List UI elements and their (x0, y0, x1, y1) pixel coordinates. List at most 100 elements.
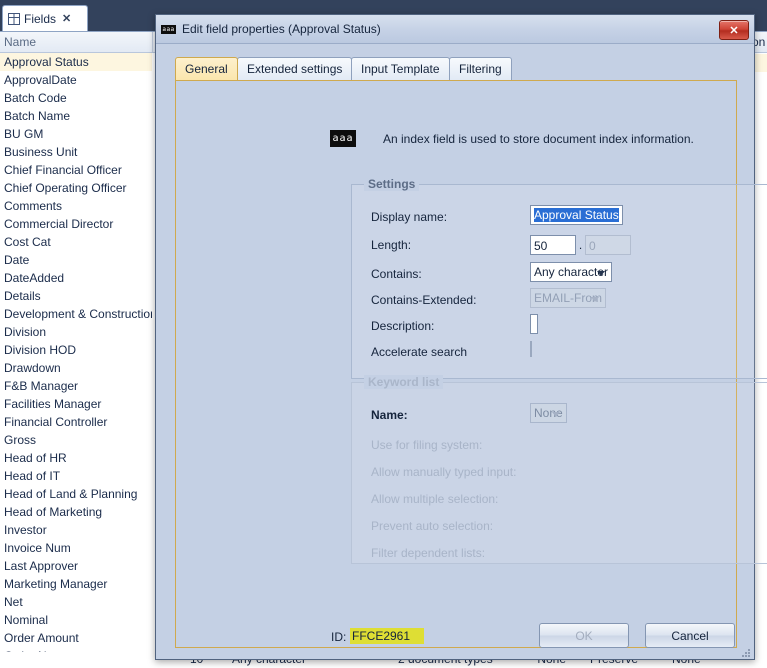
list-item[interactable]: Facilities Manager (0, 395, 152, 413)
tab-general[interactable]: General (175, 57, 238, 80)
list-item[interactable]: F&B Manager (0, 377, 152, 395)
length-row: Length: 50 . 0 (352, 235, 767, 261)
display-name-label: Display name: (371, 210, 448, 224)
length-label: Length: (371, 238, 412, 252)
keyword-option-row: Allow multiple selection: (352, 489, 767, 515)
description-label: Description: (371, 319, 435, 333)
list-item[interactable]: Chief Operating Officer (0, 179, 152, 197)
list-item[interactable]: Last Approver (0, 557, 152, 575)
length-controls[interactable]: 50 . 0 (530, 235, 631, 255)
accelerate-search-label: Accelerate search (371, 345, 468, 359)
grid-icon (8, 12, 20, 25)
list-item[interactable]: Date (0, 251, 152, 269)
contains-row: Contains: Any character (352, 262, 767, 290)
accelerate-search-wrap[interactable] (530, 341, 532, 357)
dialog-tab-strip[interactable]: General Extended settings Input Template Fi… (175, 57, 737, 80)
keyword-option-row: Filter dependent lists: (352, 543, 767, 569)
edit-field-properties-dialog: aaa Edit field properties (Approval Stat… (155, 14, 767, 660)
list-item[interactable]: Details (0, 287, 152, 305)
tab-fields-label: Fields (24, 11, 57, 26)
list-item[interactable]: Invoice Num (0, 539, 152, 557)
keyword-option-label: Filter dependent lists: (371, 546, 486, 560)
tab-fields[interactable]: Fields ✕ (2, 5, 88, 31)
contains-extended-select: EMAIL-From (530, 288, 607, 308)
length-separator: . (578, 238, 583, 252)
dialog-title: Edit field properties (Approval Status) (182, 22, 381, 36)
id-label: ID: (331, 630, 347, 644)
keyword-name-label: Name: (371, 408, 408, 422)
settings-group-legend: Settings (364, 177, 420, 191)
column-header-name[interactable]: Name (4, 35, 36, 49)
list-item[interactable]: Comments (0, 197, 152, 215)
list-item[interactable]: DateAdded (0, 269, 152, 287)
display-name-input[interactable]: Approval Status (530, 205, 623, 225)
list-item[interactable]: Business Unit (0, 143, 152, 161)
close-icon[interactable]: ✕ (719, 20, 749, 40)
list-item[interactable]: Order Amount (0, 629, 152, 647)
list-item[interactable]: Batch Name (0, 107, 152, 125)
dialog-footer: ID: FFCE2961 OK Cancel (156, 618, 754, 660)
contains-extended-row: Contains-Extended: EMAIL-From (352, 288, 767, 316)
keyword-option-row: Allow manually typed input: (352, 462, 767, 488)
tab-extended-settings[interactable]: Extended settings (237, 57, 353, 80)
keyword-list-group-legend: Keyword list (364, 375, 444, 389)
ok-button: OK (539, 623, 629, 648)
keyword-option-row: Prevent auto selection: (352, 516, 767, 542)
list-item[interactable]: Head of IT (0, 467, 152, 485)
keyword-name-row: Name: None (352, 403, 767, 431)
length-input[interactable]: 50 (530, 235, 576, 255)
list-item[interactable]: Financial Controller (0, 413, 152, 431)
dialog-titlebar[interactable]: aaa Edit field properties (Approval Stat… (156, 15, 754, 44)
list-item[interactable]: Batch Code (0, 89, 152, 107)
resize-grip[interactable] (741, 648, 751, 658)
list-item[interactable]: Head of Marketing (0, 503, 152, 521)
cancel-button[interactable]: Cancel (645, 623, 735, 648)
description-row: Description: (352, 314, 767, 342)
list-item[interactable]: Head of HR (0, 449, 152, 467)
accelerate-search-row: Accelerate search (352, 341, 767, 368)
keyword-name-select-wrap: None (530, 403, 567, 423)
keyword-option-label: Prevent auto selection: (371, 519, 494, 533)
list-item[interactable]: Gross (0, 431, 152, 449)
list-item[interactable]: Division HOD (0, 341, 152, 359)
list-item[interactable]: Chief Financial Officer (0, 161, 152, 179)
list-item[interactable]: Development & Construction Di (0, 305, 152, 323)
list-item[interactable]: Approval Status (0, 53, 152, 71)
list-item[interactable]: Drawdown (0, 359, 152, 377)
list-item[interactable]: BU GM (0, 125, 152, 143)
list-item[interactable]: Nominal (0, 611, 152, 629)
list-item[interactable]: Investor (0, 521, 152, 539)
close-icon[interactable]: ✕ (62, 12, 71, 25)
tab-filtering[interactable]: Filtering (449, 57, 512, 80)
contains-extended-select-wrap: EMAIL-From (530, 288, 607, 308)
keyword-list-group: Keyword list Name: None Use for filing s… (351, 375, 767, 564)
list-item[interactable]: Head of Land & Planning (0, 485, 152, 503)
column-separator[interactable] (152, 32, 153, 52)
display-name-value: Approval Status (534, 208, 619, 222)
display-name-input-wrap[interactable]: Approval Status (530, 205, 623, 225)
aaa-icon: aaa (330, 130, 356, 147)
keyword-option-label: Allow manually typed input: (371, 465, 517, 479)
contains-select-wrap[interactable]: Any character (530, 262, 613, 282)
list-item[interactable]: ApprovalDate (0, 71, 152, 89)
keyword-name-select: None (530, 403, 567, 423)
info-banner: aaa An index field is used to store docu… (330, 130, 694, 147)
accelerate-search-checkbox[interactable] (530, 341, 532, 357)
description-input-wrap[interactable] (530, 314, 538, 334)
indexfield-icon: aaa (161, 24, 176, 34)
contains-select[interactable]: Any character (530, 262, 613, 282)
description-input[interactable] (530, 314, 538, 334)
contains-label: Contains: (371, 267, 422, 281)
list-item[interactable]: Cost Cat (0, 233, 152, 251)
chevron-down-icon (551, 412, 560, 417)
decimals-input: 0 (585, 235, 631, 255)
list-item[interactable]: Marketing Manager (0, 575, 152, 593)
list-item[interactable]: Net (0, 593, 152, 611)
list-item[interactable]: Division (0, 323, 152, 341)
tab-input-template[interactable]: Input Template (351, 57, 450, 80)
screen: Fields ✕ Name on Approval Status Approval… (0, 0, 767, 668)
field-name-list[interactable]: Approval Status ApprovalDate Batch Code Bat… (0, 53, 152, 665)
chevron-down-icon (591, 297, 600, 302)
display-name-row: Display name: Approval Status (352, 205, 767, 233)
list-item[interactable]: Commercial Director (0, 215, 152, 233)
